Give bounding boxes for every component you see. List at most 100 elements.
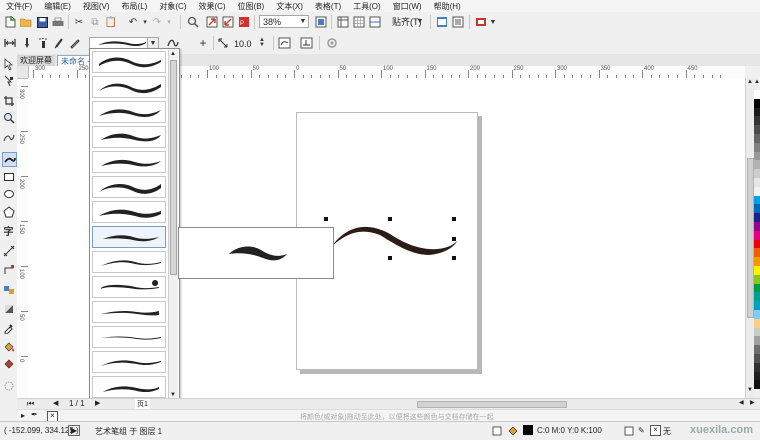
horizontal-scroll-thumb[interactable] [417,401,567,408]
scroll-up-icon[interactable]: ▲ [170,51,176,57]
rectangle-tool-icon[interactable] [2,170,15,183]
menu-effects[interactable]: 效果(C) [192,1,231,12]
brush-stroke-option[interactable] [92,51,166,73]
scroll-down-icon[interactable]: ▼ [747,387,753,393]
full-screen-icon[interactable] [314,15,328,29]
menu-object[interactable]: 对象(C) [153,1,192,12]
paste-icon[interactable]: 📋 [104,15,118,29]
edit-fill-icon[interactable] [492,426,502,438]
spin-arrows-icon[interactable]: ▲ ▼ [257,37,267,49]
pressure-mode-icon[interactable] [68,36,82,50]
transparency-tool-icon[interactable] [2,302,15,315]
smart-fill-tool-icon[interactable] [2,357,15,370]
new-document-icon[interactable] [3,15,17,29]
brush-list-scroll-thumb[interactable] [170,60,177,275]
blend-tool-icon[interactable] [2,283,15,296]
calligraphic-mode-icon[interactable] [52,36,66,50]
menu-help[interactable]: 帮助(H) [428,1,467,12]
menu-file[interactable]: 文件(F) [0,1,38,12]
page-tab-1[interactable]: 页1 [135,399,150,409]
brush-stroke-option[interactable] [92,276,166,298]
scroll-right-icon[interactable]: ▶ [750,399,755,406]
first-page-icon[interactable]: ⏮ [27,399,34,409]
pick-tool-icon[interactable] [2,57,15,70]
palette-menu-icon[interactable]: ▸ [21,411,25,420]
parallel-dimension-tool-icon[interactable] [2,244,15,257]
stroke-width-input[interactable]: 10.0 mm ▲▼ [230,37,268,62]
scroll-left-icon[interactable]: ◀ [739,399,744,406]
interactive-fill-tool-icon[interactable] [2,340,15,353]
brush-stroke-option[interactable] [92,176,166,198]
vertical-scroll-thumb[interactable] [747,158,754,318]
edit-outline-icon[interactable] [624,426,634,438]
ellipse-tool-icon[interactable] [2,187,15,200]
redo-dropdown-icon[interactable]: ▾ [162,15,176,29]
artistic-brush-stroke[interactable] [320,210,470,265]
brush-stroke-option[interactable] [92,251,166,273]
crop-tool-icon[interactable] [2,94,15,107]
snap-to-dropdown[interactable]: 贴齐(T) ▼ [388,15,426,28]
brush-stroke-option[interactable] [92,76,166,98]
eyedropper-icon[interactable]: ✒ [31,410,38,419]
menu-bitmap[interactable]: 位图(B) [232,1,271,12]
text-tool-icon[interactable]: 字 [2,224,15,238]
selection-handle[interactable] [388,256,392,260]
menu-view[interactable]: 视图(V) [77,1,116,12]
outline-pen-tool-icon[interactable] [2,379,15,392]
brush-stroke-option[interactable] [92,101,166,123]
brush-stroke-option[interactable] [92,201,166,223]
fill-color-swatch[interactable] [523,425,533,435]
browse-brushes-icon[interactable] [277,36,291,50]
copy-icon[interactable]: ⧉ [88,15,102,29]
tab-welcome-screen[interactable]: 欢迎屏幕 [17,55,55,66]
brush-stroke-option[interactable] [92,326,166,348]
menu-table[interactable]: 表格(T) [309,1,347,12]
eyedropper-tool-icon[interactable] [2,321,15,334]
scroll-up-icon[interactable]: ▲ [747,79,753,85]
publish-pdf-icon[interactable]: P [237,15,251,29]
freehand-tool-icon[interactable] [2,130,15,143]
selection-handle[interactable] [324,217,328,221]
outline-none-swatch[interactable]: × [650,425,661,436]
brush-mode-icon[interactable] [20,36,34,50]
chevron-down-icon[interactable]: ▼ [486,15,500,29]
selection-handle[interactable] [452,237,456,241]
options-icon[interactable] [451,15,465,29]
menu-edit[interactable]: 编辑(E) [38,1,77,12]
welcome-screen-icon[interactable] [435,15,449,29]
shape-tool-icon[interactable] [2,74,15,87]
menu-text[interactable]: 文本(X) [270,1,309,12]
search-content-icon[interactable] [186,15,200,29]
brush-stroke-option[interactable] [92,301,166,323]
show-rulers-icon[interactable] [336,15,350,29]
cut-icon[interactable]: ✂ [72,15,86,29]
selection-handle[interactable] [452,217,456,221]
next-page-icon[interactable]: ▶ [95,399,100,407]
menu-layout[interactable]: 布局(L) [116,1,154,12]
show-guidelines-icon[interactable] [368,15,382,29]
zoom-tool-icon[interactable] [2,111,15,124]
smoothing-plus-icon[interactable]: + [196,36,210,50]
palette-scroll-up-icon[interactable]: ▲ [754,78,760,87]
print-icon[interactable] [51,15,65,29]
brush-stroke-option[interactable] [92,351,166,373]
previous-page-icon[interactable]: ◀ [53,399,58,407]
play-icon[interactable]: ▶ [68,425,81,436]
polygon-tool-icon[interactable] [2,205,15,218]
brush-stroke-option[interactable] [92,376,166,398]
brush-list-scrollbar[interactable]: ▲ ▼ [168,50,178,402]
artistic-media-tool-icon[interactable] [2,152,17,167]
open-folder-icon[interactable] [19,15,33,29]
menu-tools[interactable]: 工具(O) [347,1,387,12]
selection-handle[interactable] [452,256,456,260]
sprayer-mode-icon[interactable] [36,36,50,50]
save-icon[interactable] [35,15,49,29]
brush-stroke-option[interactable] [92,151,166,173]
export-icon[interactable] [221,15,235,29]
selection-handle[interactable] [388,217,392,221]
save-artistic-media-icon[interactable] [299,36,313,50]
brush-stroke-list[interactable]: ▲ ▼ [89,48,180,406]
preset-mode-icon[interactable] [3,36,17,50]
brush-stroke-option[interactable] [92,126,166,148]
import-icon[interactable] [205,15,219,29]
